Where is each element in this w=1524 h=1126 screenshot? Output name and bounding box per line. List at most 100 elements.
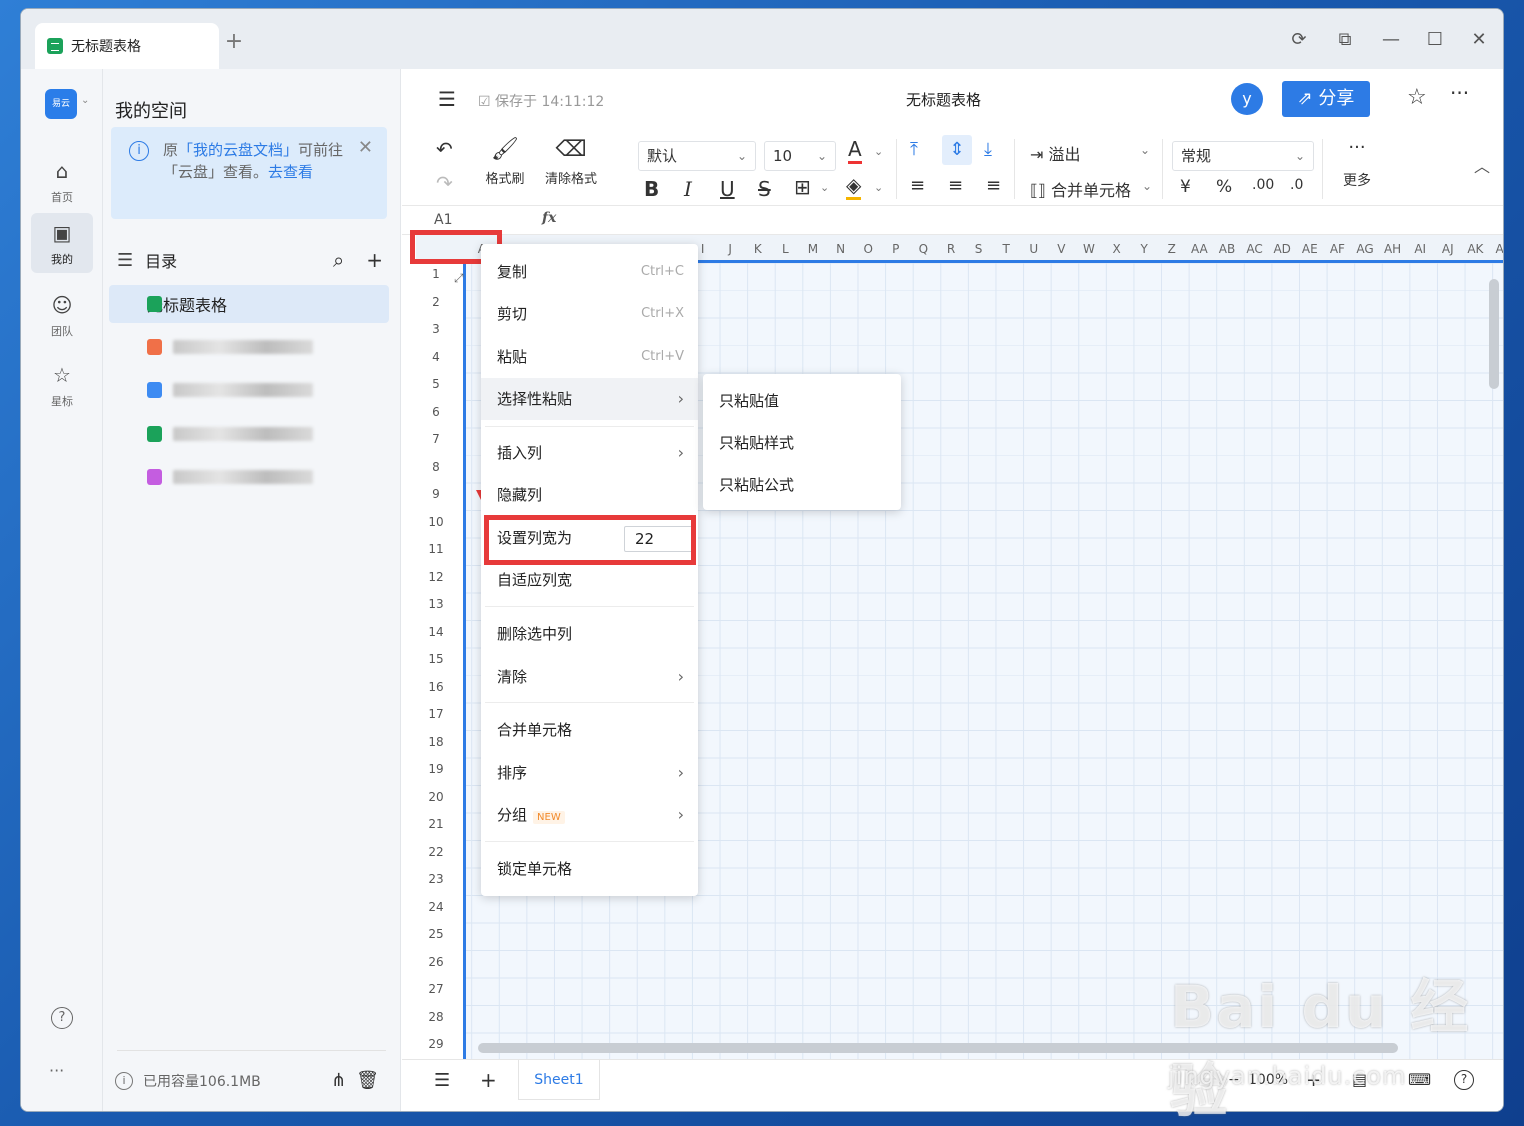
- menu-item-lock-cells[interactable]: 锁定单元格: [497, 851, 684, 887]
- row-header[interactable]: 23: [416, 872, 456, 886]
- column-header[interactable]: AF: [1324, 242, 1352, 256]
- row-header[interactable]: 9: [416, 487, 456, 501]
- row-header[interactable]: 2: [416, 295, 456, 309]
- row-header[interactable]: 6: [416, 405, 456, 419]
- nav-starred[interactable]: ☆ 星标: [31, 355, 93, 415]
- column-header[interactable]: V: [1048, 242, 1076, 256]
- maximize-button[interactable]: ☐: [1423, 29, 1447, 50]
- star-icon[interactable]: ☆: [1407, 85, 1427, 110]
- chevron-down-icon[interactable]: ⌄: [1142, 179, 1152, 193]
- font-size-select[interactable]: 10 ⌄: [764, 141, 836, 171]
- column-header[interactable]: L: [772, 242, 800, 256]
- column-header[interactable]: J: [716, 242, 744, 256]
- menu-item-paste-values[interactable]: 只粘贴值: [719, 386, 779, 416]
- help-icon[interactable]: ?: [51, 1007, 73, 1029]
- decimal-increase-icon[interactable]: .00: [1252, 177, 1274, 193]
- column-header[interactable]: AG: [1351, 242, 1379, 256]
- chevron-down-icon[interactable]: ⌄: [874, 181, 883, 194]
- italic-icon[interactable]: I: [684, 177, 692, 201]
- align-bottom-icon[interactable]: ⤓: [984, 139, 992, 160]
- menu-item-delete-column[interactable]: 删除选中列: [497, 616, 684, 652]
- font-family-select[interactable]: 默认 ⌄: [638, 141, 756, 171]
- clear-format-button[interactable]: ⌫ 清除格式: [540, 137, 602, 187]
- column-header[interactable]: T: [992, 242, 1020, 256]
- align-middle-icon[interactable]: ⇕: [942, 135, 972, 165]
- trash-icon[interactable]: 🗑: [356, 1070, 379, 1091]
- fill-color-icon[interactable]: ◈: [846, 173, 862, 200]
- row-header[interactable]: 17: [416, 707, 456, 721]
- column-header[interactable]: Q: [910, 242, 938, 256]
- row-header[interactable]: 27: [416, 982, 456, 996]
- column-header[interactable]: Y: [1130, 242, 1158, 256]
- column-header[interactable]: AE: [1296, 242, 1324, 256]
- column-header[interactable]: AK: [1462, 242, 1490, 256]
- nav-team[interactable]: ☺ 团队: [31, 285, 93, 345]
- menu-item-sort[interactable]: 排序 ›: [497, 755, 684, 791]
- close-icon[interactable]: ✕: [358, 137, 373, 159]
- more-options-button[interactable]: ···: [1450, 81, 1469, 105]
- more-tools-button[interactable]: ··· 更多: [1338, 137, 1376, 190]
- column-header[interactable]: AL: [1489, 242, 1503, 256]
- menu-item-cut[interactable]: 剪切 Ctrl+X: [497, 296, 684, 332]
- search-icon[interactable]: ⌕: [333, 248, 344, 272]
- cell-reference[interactable]: A1: [434, 212, 452, 228]
- row-header[interactable]: 7: [416, 432, 456, 446]
- column-header[interactable]: AI: [1406, 242, 1434, 256]
- column-header[interactable]: AA: [1186, 242, 1214, 256]
- row-header[interactable]: 1: [416, 267, 456, 281]
- row-header[interactable]: 5: [416, 377, 456, 391]
- row-header[interactable]: 19: [416, 762, 456, 776]
- close-window-button[interactable]: ✕: [1467, 29, 1491, 50]
- row-header[interactable]: 15: [416, 652, 456, 666]
- align-left-icon[interactable]: ≡: [910, 175, 925, 196]
- file-item[interactable]: [109, 458, 389, 496]
- row-header[interactable]: 8: [416, 460, 456, 474]
- notice-link-cloud-docs[interactable]: 「我的云盘文档」: [178, 141, 298, 159]
- row-header[interactable]: 10: [416, 515, 456, 529]
- percent-icon[interactable]: %: [1216, 177, 1232, 197]
- avatar[interactable]: y: [1231, 83, 1263, 115]
- strikethrough-icon[interactable]: S: [758, 177, 771, 201]
- overflow-button[interactable]: ⇥ 溢出: [1030, 141, 1081, 165]
- menu-item-hide-column[interactable]: 隐藏列: [497, 477, 684, 513]
- menu-item-paste[interactable]: 粘贴 Ctrl+V: [497, 339, 684, 375]
- column-header[interactable]: S: [965, 242, 993, 256]
- menu-item-autofit-width[interactable]: 自适应列宽: [497, 562, 684, 598]
- file-item[interactable]: [109, 415, 389, 453]
- vertical-scrollbar[interactable]: [1489, 279, 1499, 389]
- menu-item-copy[interactable]: 复制 Ctrl+C: [497, 254, 684, 290]
- column-header[interactable]: M: [799, 242, 827, 256]
- sheet-list-icon[interactable]: ☰: [434, 1070, 450, 1091]
- notice-link-go[interactable]: 去查看: [268, 163, 313, 181]
- column-header[interactable]: N: [827, 242, 855, 256]
- redo-icon[interactable]: ↷: [436, 171, 453, 195]
- column-header[interactable]: AD: [1268, 242, 1296, 256]
- file-item[interactable]: [109, 371, 389, 409]
- undo-icon[interactable]: ↶: [436, 137, 453, 161]
- row-header[interactable]: 21: [416, 817, 456, 831]
- number-format-select[interactable]: 常规 ⌄: [1172, 141, 1314, 171]
- column-header[interactable]: P: [882, 242, 910, 256]
- column-header[interactable]: AJ: [1434, 242, 1462, 256]
- menu-item-insert-column[interactable]: 插入列 ›: [497, 435, 684, 471]
- column-header[interactable]: U: [1020, 242, 1048, 256]
- column-header[interactable]: O: [854, 242, 882, 256]
- row-header[interactable]: 13: [416, 597, 456, 611]
- column-header[interactable]: AH: [1379, 242, 1407, 256]
- align-top-icon[interactable]: ⤒: [910, 139, 918, 160]
- merge-cells-button[interactable]: ⟦⟧ 合并单元格: [1030, 177, 1131, 201]
- row-header[interactable]: 18: [416, 735, 456, 749]
- share-button[interactable]: ⇗ 分享: [1282, 81, 1370, 117]
- menu-item-paste-format[interactable]: 只粘贴样式: [719, 428, 794, 458]
- chevron-down-icon[interactable]: ⌄: [1140, 143, 1150, 157]
- file-item[interactable]: 无标题表格: [109, 285, 389, 323]
- new-tab-button[interactable]: +: [221, 29, 247, 54]
- expand-icon[interactable]: ⤢: [454, 271, 464, 286]
- add-sheet-icon[interactable]: +: [480, 1068, 497, 1092]
- add-icon[interactable]: +: [366, 248, 383, 272]
- row-header[interactable]: 22: [416, 845, 456, 859]
- column-header[interactable]: K: [744, 242, 772, 256]
- format-painter-button[interactable]: 🖌 格式刷: [482, 137, 528, 187]
- collapse-toolbar-icon[interactable]: ︿: [1474, 153, 1490, 177]
- underline-icon[interactable]: U: [720, 177, 735, 201]
